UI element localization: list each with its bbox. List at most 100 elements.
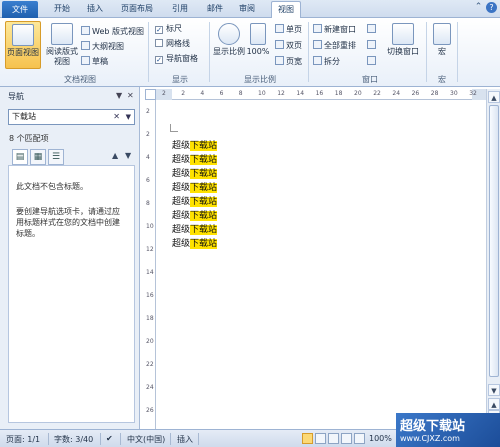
split-button[interactable]: 拆分 xyxy=(313,56,340,67)
group-label-doc-views: 文档视图 xyxy=(64,75,96,84)
match-count: 8 个匹配项 xyxy=(9,134,49,143)
tab-view[interactable]: 视图 xyxy=(271,1,301,19)
ruler-tick: 22 xyxy=(373,90,381,97)
reading-view-label-1: 阅读版式 xyxy=(46,47,78,56)
search-highlight: 下载站 xyxy=(190,225,218,235)
document-line[interactable]: 超级下载站 xyxy=(172,182,218,194)
document-line[interactable]: 超级下载站 xyxy=(172,238,218,250)
arrange-all-button[interactable]: 全部重排 xyxy=(313,40,356,51)
group-separator xyxy=(308,22,309,82)
reading-view-button[interactable]: 阅读版式 视图 xyxy=(44,21,80,69)
ruler-tick: 22 xyxy=(146,361,154,368)
zoom-100-label: 100% xyxy=(246,47,270,56)
headings-tab-icon[interactable]: ▤ xyxy=(12,149,28,165)
zoom-100-button[interactable]: 100% xyxy=(246,21,270,69)
scroll-thumb[interactable] xyxy=(489,105,499,377)
split-icon xyxy=(313,56,322,65)
tab-insert[interactable]: 插入 xyxy=(87,3,103,14)
pages-tab-icon[interactable]: ▦ xyxy=(30,149,46,165)
full-screen-view-icon[interactable] xyxy=(315,433,326,444)
gridlines-label: 网格线 xyxy=(166,39,190,48)
sync-scroll-button[interactable] xyxy=(367,40,378,51)
tab-mailings[interactable]: 邮件 xyxy=(207,3,223,14)
previous-result-icon[interactable]: ▲ xyxy=(112,151,118,160)
search-options-icon[interactable]: ▼ xyxy=(126,110,131,124)
document-line[interactable]: 超级下载站 xyxy=(172,140,218,152)
page-view-button[interactable]: 页面视图 xyxy=(5,21,41,69)
word-count[interactable]: 字数: 3/40 xyxy=(54,434,93,445)
outline-view-status-icon[interactable] xyxy=(341,433,352,444)
vertical-ruler[interactable]: 2 2 4 6 8 10 12 14 16 18 20 22 24 26 xyxy=(145,100,156,429)
outline-view-button[interactable]: 大纲视图 xyxy=(81,41,124,52)
print-layout-view-icon[interactable] xyxy=(302,433,313,444)
page-width-icon xyxy=(275,56,284,65)
tab-file[interactable]: 文件 xyxy=(2,1,38,18)
gridlines-checkbox[interactable]: 网格线 xyxy=(155,38,190,49)
zoom-label: 显示比例 xyxy=(213,47,245,56)
insert-mode[interactable]: 插入 xyxy=(177,434,193,445)
tab-home[interactable]: 开始 xyxy=(54,3,70,14)
macro-button[interactable]: 宏 xyxy=(430,21,454,69)
tab-page-layout[interactable]: 页面布局 xyxy=(121,3,153,14)
ruler-checkbox[interactable]: ✓ 标尺 xyxy=(155,23,182,34)
document-line[interactable]: 超级下载站 xyxy=(172,154,218,166)
scroll-down-icon[interactable]: ▼ xyxy=(488,384,500,396)
side-by-side-icon xyxy=(367,24,376,33)
scroll-up-icon[interactable]: ▲ xyxy=(488,91,500,103)
page-corner-mark xyxy=(170,124,178,132)
one-page-button[interactable]: 单页 xyxy=(275,24,302,35)
document-line[interactable]: 超级下载站 xyxy=(172,224,218,236)
clear-search-icon[interactable]: ✕ xyxy=(113,110,120,124)
ruler-tick: 10 xyxy=(146,223,154,230)
ruler-tick: 28 xyxy=(430,90,439,97)
web-layout-view-icon[interactable] xyxy=(328,433,339,444)
tab-references[interactable]: 引用 xyxy=(172,3,188,14)
page-count[interactable]: 页面: 1/1 xyxy=(6,434,40,445)
search-highlight: 下载站 xyxy=(190,155,218,165)
group-separator xyxy=(209,22,210,82)
document-line[interactable]: 超级下载站 xyxy=(172,196,218,208)
ruler-tick: 24 xyxy=(146,384,154,391)
line-text: 超级 xyxy=(172,225,191,235)
web-view-button[interactable]: Web 版式视图 xyxy=(81,26,144,37)
draft-view-status-icon[interactable] xyxy=(354,433,365,444)
switch-window-button[interactable]: 切换窗口 xyxy=(384,21,422,69)
line-text: 超级 xyxy=(172,155,191,165)
vertical-scrollbar[interactable]: ▲ ▼ ▲ ● xyxy=(486,89,500,429)
tab-review[interactable]: 审阅 xyxy=(239,3,255,14)
navigation-pane: 导航 ▼ ✕ 下载站 ✕ ▼ 8 个匹配项 ▤ ▦ ☰ ▲ ▼ 此文档不包含标题… xyxy=(0,87,140,429)
ruler-tick: 8 xyxy=(238,90,243,97)
language[interactable]: 中文(中国) xyxy=(127,434,165,445)
document-line[interactable]: 超级下载站 xyxy=(172,210,218,222)
tab-selector[interactable] xyxy=(145,89,156,100)
ruler-tick: 2 xyxy=(162,90,166,97)
zoom-level[interactable]: 100% xyxy=(369,434,392,443)
horizontal-ruler[interactable]: 2 2 4 6 8 10 12 14 16 18 20 22 24 26 28 30 32 xyxy=(156,89,486,100)
nav-pane-checkbox[interactable]: ✓ 导航窗格 xyxy=(155,53,198,64)
arrange-all-icon xyxy=(313,40,322,49)
ruler-tick: 2 xyxy=(146,108,150,115)
nav-pane-content xyxy=(8,165,135,423)
ribbon: 页面视图 阅读版式 视图 Web 版式视图 大纲视图 草稿 文档视图 ✓ 标尺 网… xyxy=(0,18,500,87)
ruler-tick: 4 xyxy=(146,154,150,161)
reset-window-button[interactable] xyxy=(367,56,378,67)
proofing-icon[interactable]: ✔ xyxy=(106,434,113,443)
zoom-button[interactable]: 显示比例 xyxy=(213,21,245,69)
draft-view-button[interactable]: 草稿 xyxy=(81,56,108,67)
two-pages-button[interactable]: 双页 xyxy=(275,40,302,51)
search-input[interactable]: 下载站 ✕ ▼ xyxy=(8,109,135,125)
next-result-icon[interactable]: ▼ xyxy=(125,151,131,160)
document-line[interactable]: 超级下载站 xyxy=(172,168,218,180)
help-icon[interactable]: ? xyxy=(486,2,497,13)
side-by-side-button[interactable] xyxy=(367,24,378,35)
previous-page-icon[interactable]: ▲ xyxy=(488,398,500,410)
new-window-button[interactable]: 新建窗口 xyxy=(313,24,356,35)
ruler-tick: 14 xyxy=(146,269,154,276)
nav-pane-menu-icon[interactable]: ▼ xyxy=(116,91,122,100)
line-text: 超级 xyxy=(172,183,191,193)
close-icon[interactable]: ✕ xyxy=(127,91,134,100)
results-tab-icon[interactable]: ☰ xyxy=(48,149,64,165)
page-width-button[interactable]: 页宽 xyxy=(275,56,302,67)
minimize-ribbon-icon[interactable]: ⌃ xyxy=(473,2,484,13)
ruler-tick: 16 xyxy=(315,90,324,97)
